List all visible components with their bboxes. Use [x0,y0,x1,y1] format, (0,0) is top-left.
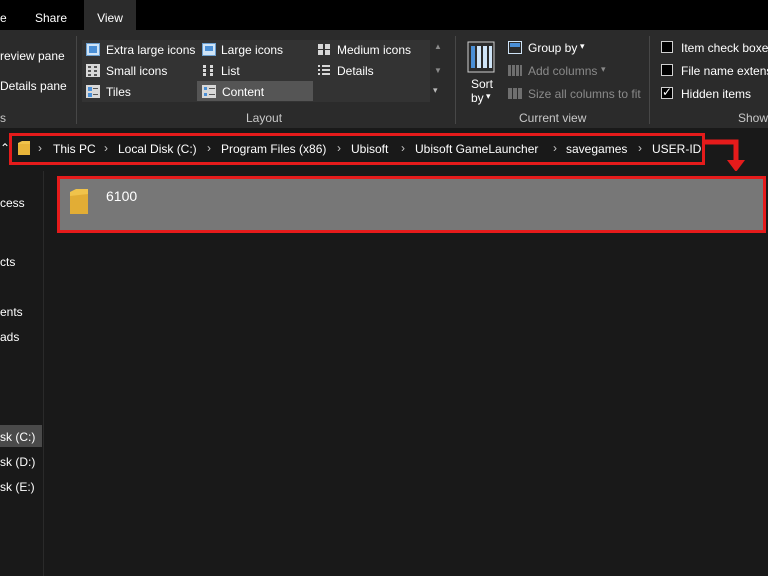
add-columns-icon [508,65,522,76]
sort-by-icon [467,41,495,73]
layout-tiles[interactable]: Tiles [106,85,131,99]
pane-divider [43,171,44,576]
layout-content[interactable]: Content [222,85,264,99]
nav-item-quick-access[interactable]: cess [0,196,25,210]
extra-large-icons-icon [86,43,100,56]
content-icon [202,85,216,98]
file-name-extensions-label: File name extens [681,64,768,78]
add-columns-button[interactable]: Add columns [528,64,597,78]
chevron-down-icon: ▾ [580,41,585,51]
file-name-extensions-checkbox[interactable] [661,64,673,76]
tab-view[interactable]: View [84,0,136,30]
details-icon [318,65,330,75]
nav-item-local-disk-c[interactable]: sk (C:) [0,430,35,444]
tiles-icon [86,85,100,98]
chevron-down-icon: ▾ [601,64,606,74]
show-hide-group-label: Show [738,111,768,125]
nav-item-downloads[interactable]: ads [0,330,19,344]
tab-home[interactable]: e [0,0,14,30]
file-highlight-box [57,176,766,233]
group-by-icon [508,41,522,54]
group-divider [455,36,456,124]
nav-item-disk-d[interactable]: sk (D:) [0,455,35,469]
size-all-columns-button[interactable]: Size all columns to fit [528,87,641,101]
layout-list[interactable]: List [221,64,240,78]
medium-icons-icon [318,44,330,55]
gallery-scroll-down-icon[interactable]: ▼ [434,66,442,75]
nav-item-disk-e[interactable]: sk (E:) [0,480,35,494]
layout-medium-icons[interactable]: Medium icons [337,43,411,57]
hidden-items-checkbox[interactable] [661,85,673,99]
sort-by-button[interactable]: Sort [471,77,493,91]
address-highlight-box [9,133,705,165]
current-view-group-label: Current view [519,111,587,125]
panes-group-label: s [0,111,6,125]
layout-group-label: Layout [246,111,283,125]
large-icons-icon [202,43,216,56]
layout-extra-large-icons[interactable]: Extra large icons [106,43,195,57]
list-icon [203,65,213,76]
preview-pane-button[interactable]: review pane [0,49,65,63]
gallery-more-icon[interactable]: ▾ [433,85,438,96]
layout-large-icons[interactable]: Large icons [221,43,283,57]
group-divider [76,36,77,124]
sort-by-button-label[interactable]: by [471,91,484,105]
item-check-boxes-label: Item check boxe [681,41,768,55]
gallery-scroll-up-icon[interactable]: ▲ [434,42,442,51]
group-divider [649,36,650,124]
nav-item-documents[interactable]: ents [0,305,23,319]
hidden-items-label: Hidden items [681,87,752,101]
small-icons-icon [86,64,100,77]
group-by-button[interactable]: Group by [528,41,577,55]
layout-details[interactable]: Details [337,64,374,78]
tab-share[interactable]: Share [35,0,75,30]
chevron-down-icon: ▾ [486,91,491,101]
details-pane-button[interactable]: Details pane [0,79,67,93]
navigation-pane: cess cts ents ads sk (C:) sk (D:) sk (E:… [0,171,44,576]
nav-item-objects[interactable]: cts [0,255,15,269]
ribbon-panel: review pane Details pane s Extra large i… [0,30,768,128]
item-check-boxes-checkbox[interactable] [661,41,673,53]
ribbon-tab-strip: e Share View [0,0,768,30]
size-columns-icon [508,88,522,99]
layout-small-icons[interactable]: Small icons [106,64,167,78]
